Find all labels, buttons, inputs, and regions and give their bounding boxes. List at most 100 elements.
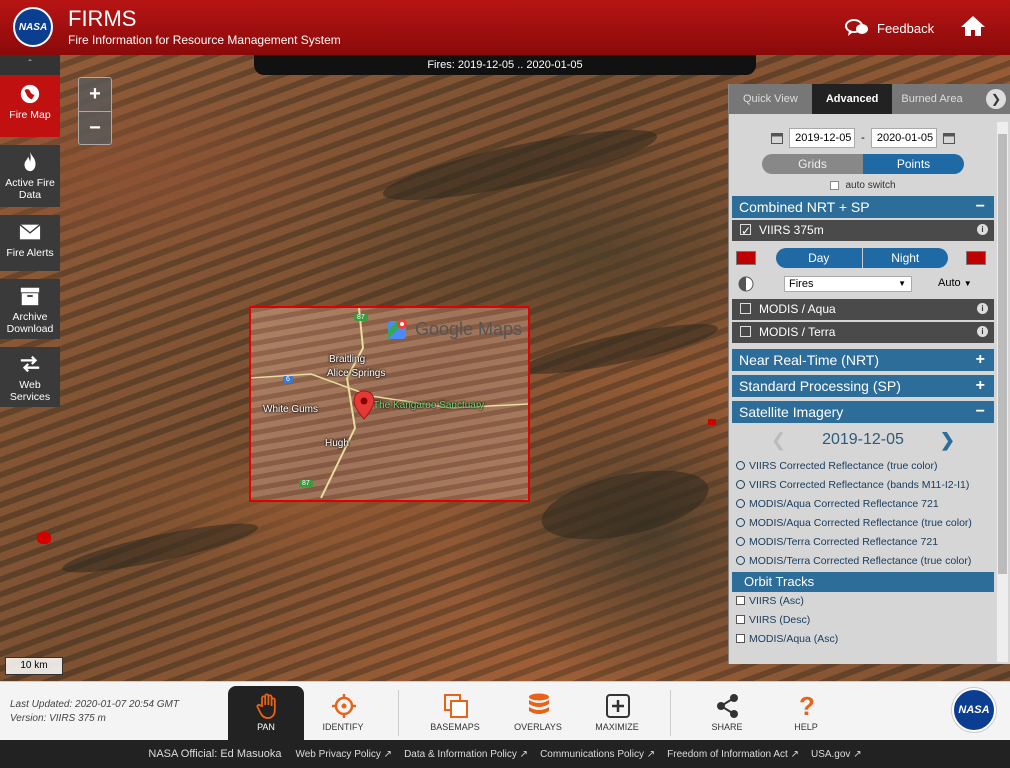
night-color-swatch[interactable] [966, 251, 986, 265]
imagery-option[interactable]: VIIRS Corrected Reflectance (bands M11-I… [732, 476, 994, 495]
nav-active-fire-data[interactable]: Active Fire Data [0, 145, 60, 207]
layer-viirs-375m[interactable]: VIIRS 375m i [732, 220, 994, 242]
orbit-option[interactable]: VIIRS (Desc) [732, 611, 994, 630]
info-icon[interactable]: i [977, 303, 988, 314]
section-sp[interactable]: Standard Processing (SP) + [732, 375, 994, 397]
fires-select[interactable]: Fires ▼ [784, 276, 912, 292]
zoom-in-button[interactable]: + [79, 78, 111, 111]
identify-tool-button[interactable]: IDENTIFY [305, 686, 381, 741]
imagery-option[interactable]: VIIRS Corrected Reflectance (true color) [732, 457, 994, 476]
chevron-left-icon[interactable]: ❮ [771, 430, 786, 451]
imagery-option[interactable]: MODIS/Aqua Corrected Reflectance 721 [732, 495, 994, 514]
auto-select[interactable]: Auto ▼ [938, 277, 972, 289]
orbit-option[interactable]: VIIRS (Asc) [732, 592, 994, 611]
info-icon[interactable]: i [977, 224, 988, 235]
footer-link[interactable]: Freedom of Information Act ↗ [667, 749, 799, 760]
question-mark-icon: ? [799, 692, 815, 720]
collapse-nav-button[interactable]: ˆ [0, 55, 60, 75]
layer-modis-aqua[interactable]: MODIS / Aqua i [732, 299, 994, 320]
contrast-icon[interactable] [738, 276, 754, 292]
orbit-option[interactable]: MODIS/Aqua (Asc) [732, 630, 994, 649]
app-subtitle: Fire Information for Resource Management… [68, 33, 341, 47]
google-maps-inset[interactable]: Google Maps 87 6 87 Braitling Alice Spri… [249, 306, 530, 502]
feedback-button[interactable]: Feedback [845, 18, 934, 38]
basemaps-button[interactable]: BASEMAPS [417, 686, 493, 741]
start-date-input[interactable]: 2019-12-05 [789, 128, 856, 148]
layer-modis-terra[interactable]: MODIS / Terra i [732, 322, 994, 343]
imagery-option[interactable]: MODIS/Aqua Corrected Reflectance (true c… [732, 514, 994, 533]
calendar-icon[interactable] [942, 132, 955, 144]
external-link-icon: ↗ [853, 748, 862, 760]
day-color-swatch[interactable] [736, 251, 756, 265]
night-button[interactable]: Night [861, 248, 948, 268]
nasa-logo[interactable]: NASA [13, 7, 53, 47]
pan-tool-button[interactable]: PAN [228, 686, 304, 741]
help-button[interactable]: ? HELP [768, 686, 844, 741]
checkbox[interactable] [740, 221, 751, 242]
section-satellite-imagery[interactable]: Satellite Imagery − [732, 401, 994, 423]
nav-fire-map[interactable]: Fire Map [0, 75, 60, 137]
section-orbit-tracks[interactable]: Orbit Tracks [732, 572, 994, 592]
imagery-option[interactable]: MODIS/Terra Corrected Reflectance (true … [732, 552, 994, 571]
checkbox[interactable] [736, 596, 745, 605]
radio[interactable] [736, 499, 745, 508]
expand-icon[interactable]: + [976, 349, 985, 371]
feedback-label: Feedback [877, 20, 935, 36]
calendar-icon[interactable] [771, 132, 784, 144]
auto-switch-checkbox[interactable]: auto switch [732, 180, 994, 191]
location-pin-icon[interactable] [353, 390, 375, 420]
footer-link[interactable]: Web Privacy Policy ↗ [295, 749, 392, 760]
nav-web-services[interactable]: Web Services [0, 347, 60, 407]
info-icon[interactable]: i [977, 326, 988, 337]
collapse-icon[interactable]: − [976, 401, 985, 423]
nasa-logo[interactable]: NASA [952, 688, 996, 732]
zoom-out-button[interactable]: − [79, 111, 111, 144]
share-button[interactable]: SHARE [689, 686, 765, 741]
end-date-input[interactable]: 2020-01-05 [870, 128, 937, 148]
checkbox[interactable] [830, 180, 840, 190]
chevron-right-icon[interactable]: ❯ [986, 89, 1006, 109]
maximize-button[interactable]: MAXIMIZE [579, 686, 655, 741]
footer-link[interactable]: USA.gov ↗ [811, 749, 862, 760]
expand-icon[interactable]: + [976, 375, 985, 397]
radio[interactable] [736, 537, 745, 546]
checkbox[interactable] [736, 615, 745, 624]
overlays-button[interactable]: OVERLAYS [500, 686, 576, 741]
tab-quick-view[interactable]: Quick View [729, 84, 812, 114]
layers-panel: Quick View Advanced Burned Area ❯ 2019-1… [728, 84, 1010, 664]
checkbox[interactable] [740, 303, 751, 314]
scrollbar-thumb[interactable] [998, 134, 1007, 574]
place-label: The Kangaroo Sanctuary [373, 400, 485, 411]
road-badge: 6 [283, 376, 293, 383]
checkbox[interactable] [740, 326, 751, 337]
section-combined[interactable]: Combined NRT + SP − [732, 196, 994, 218]
checkbox[interactable] [736, 634, 745, 643]
tab-burned-area[interactable]: Burned Area [892, 84, 971, 114]
share-icon [717, 694, 738, 718]
panel-body: 2019-12-05 - 2020-01-05 Grids Points aut… [732, 122, 994, 664]
archive-box-icon [20, 287, 40, 306]
radio[interactable] [736, 518, 745, 527]
fire-hotspot[interactable] [708, 419, 716, 425]
road-badge: 87 [354, 314, 368, 321]
nav-fire-alerts[interactable]: Fire Alerts [0, 215, 60, 271]
collapse-icon[interactable]: − [976, 196, 985, 218]
chevron-right-icon[interactable]: ❯ [940, 430, 955, 451]
tab-advanced[interactable]: Advanced [811, 84, 893, 114]
footer-link[interactable]: Communications Policy ↗ [540, 749, 655, 760]
terrain-ridge [378, 116, 662, 214]
grids-button[interactable]: Grids [762, 154, 863, 174]
footer-link[interactable]: Data & Information Policy ↗ [404, 749, 528, 760]
radio[interactable] [736, 556, 745, 565]
points-button[interactable]: Points [863, 154, 964, 174]
panel-scrollbar[interactable] [997, 122, 1008, 662]
radio[interactable] [736, 461, 745, 470]
section-nrt[interactable]: Near Real-Time (NRT) + [732, 349, 994, 371]
home-icon[interactable] [960, 14, 986, 38]
radio[interactable] [736, 480, 745, 489]
nav-archive-download[interactable]: Archive Download [0, 279, 60, 339]
day-button[interactable]: Day [776, 248, 862, 268]
imagery-option[interactable]: MODIS/Terra Corrected Reflectance 721 [732, 533, 994, 552]
globe-icon [20, 84, 40, 104]
fire-hotspot[interactable] [37, 532, 51, 544]
